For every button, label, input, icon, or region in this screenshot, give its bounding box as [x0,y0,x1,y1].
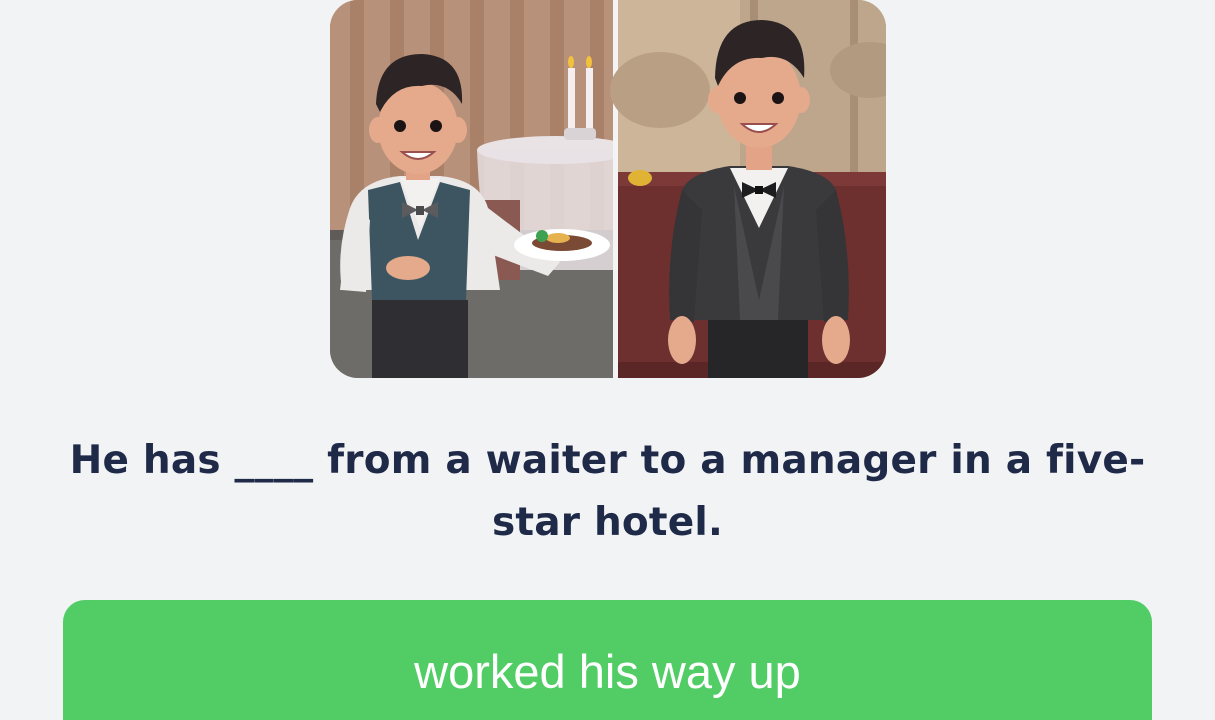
question-text: He has ____ from a waiter to a manager i… [69,438,1146,545]
waiter-scene [330,0,633,378]
answer-option-label: worked his way up [414,645,801,698]
manager-scene [610,0,886,378]
quiz-screen: He has ____ from a waiter to a manager i… [0,0,1215,720]
question-illustration [330,0,886,378]
answer-option-button[interactable]: worked his way up [63,600,1152,720]
panel-divider [613,0,618,378]
